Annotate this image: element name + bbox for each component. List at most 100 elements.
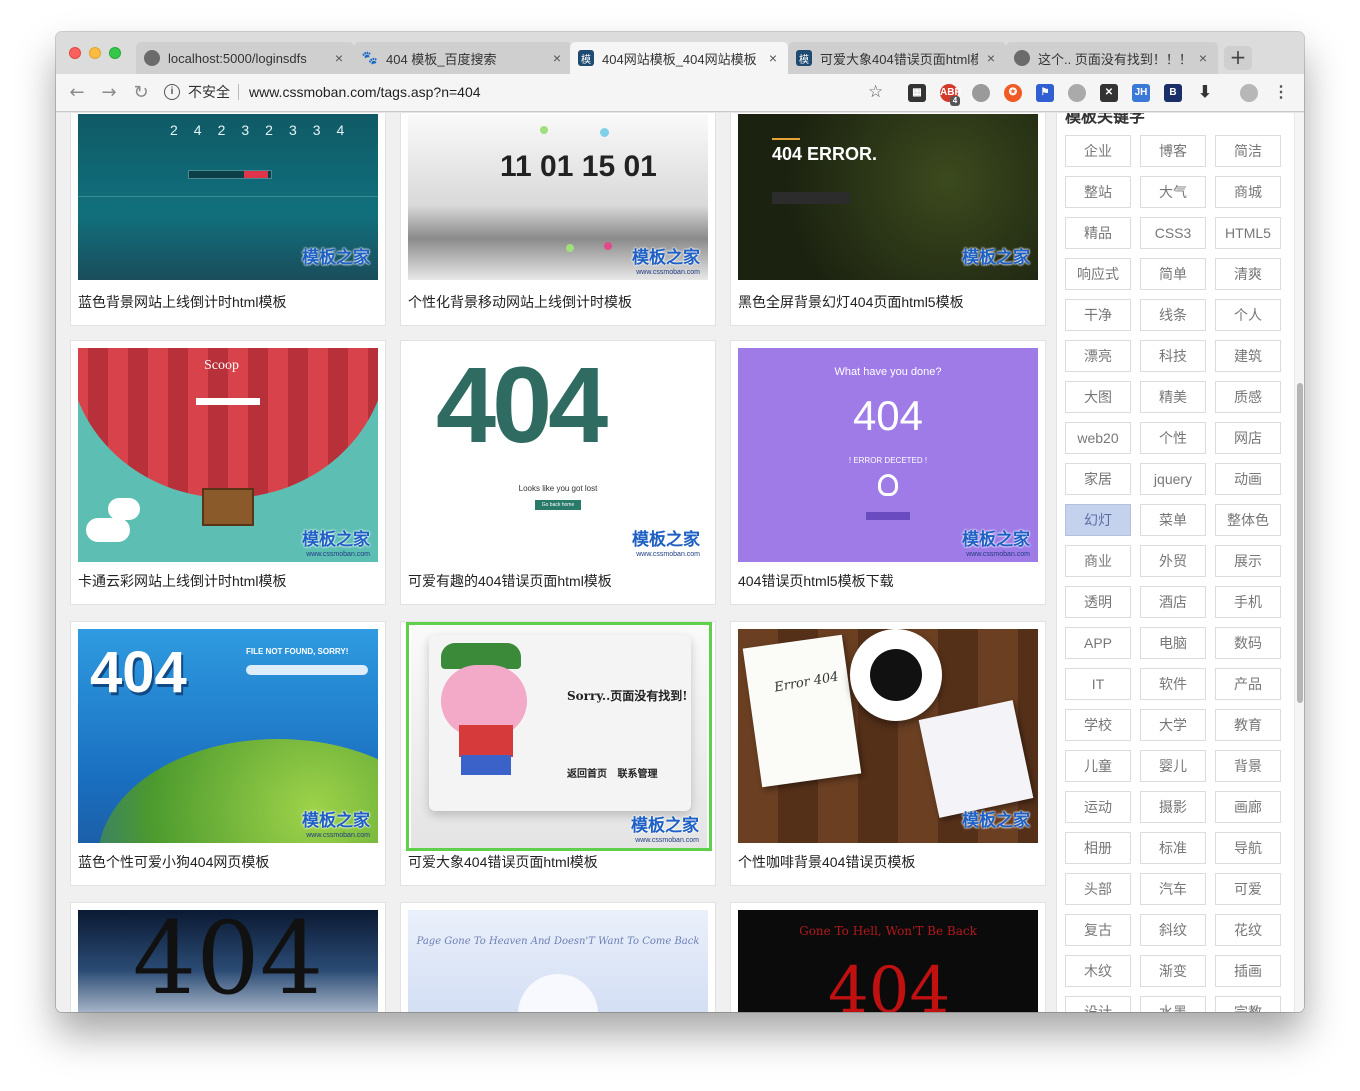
tab-elephant-404[interactable]: 模 可爱大象404错误页面html模 × [788,42,1006,74]
new-tab-button[interactable]: + [1224,46,1252,70]
maximize-window-button[interactable] [109,47,121,59]
tag-button[interactable]: 学校 [1065,709,1131,741]
tag-button[interactable]: 画廊 [1215,791,1281,823]
template-title[interactable]: 个性化背景移动网站上线倒计时模板 [408,292,708,312]
tag-button[interactable]: 漂亮 [1065,340,1131,372]
template-thumbnail[interactable]: Gone To Hell, Won'T Be Back 404 [738,910,1038,1012]
tag-button[interactable]: 展示 [1215,545,1281,577]
tag-button[interactable]: 商城 [1215,176,1281,208]
tag-button[interactable]: 整站 [1065,176,1131,208]
template-card[interactable]: Page Gone To Heaven And Doesn'T Want To … [400,902,716,1012]
template-card[interactable]: 404 FILE NOT FOUND, SORRY! 模板之家 www.cssm… [70,621,386,886]
template-thumbnail[interactable]: 404 ERROR. 模板之家 [738,114,1038,280]
close-tab-icon[interactable]: × [550,50,564,66]
shield-extension-icon[interactable] [1068,84,1086,102]
tag-button[interactable]: HTML5 [1215,217,1281,249]
tag-button[interactable]: 设计 [1065,996,1131,1012]
tag-button[interactable]: 线条 [1140,299,1206,331]
tag-button[interactable]: 产品 [1215,668,1281,700]
tag-button[interactable]: 商业 [1065,545,1131,577]
template-title[interactable]: 可爱大象404错误页面html模板 [408,852,708,872]
b-extension-icon[interactable]: B [1164,84,1182,102]
template-card[interactable]: Gone To Hell, Won'T Be Back 404 [730,902,1046,1012]
tag-button[interactable]: 数码 [1215,627,1281,659]
tag-button[interactable]: 企业 [1065,135,1131,167]
template-card[interactable]: 404 [70,902,386,1012]
tag-button[interactable]: web20 [1065,422,1131,454]
tag-button[interactable]: 大图 [1065,381,1131,413]
tag-button[interactable]: 科技 [1140,340,1206,372]
template-thumbnail[interactable]: 11 01 15 01 模板之家 www.cssmoban.com [408,114,708,280]
tag-button[interactable]: 质感 [1215,381,1281,413]
tag-button[interactable]: 手机 [1215,586,1281,618]
tag-button[interactable]: CSS3 [1140,217,1206,249]
tag-button[interactable]: 精美 [1140,381,1206,413]
tag-button[interactable]: 婴儿 [1140,750,1206,782]
template-title[interactable]: 404错误页html5模板下载 [738,571,1038,591]
tab-page-not-found[interactable]: 这个.. 页面没有找到！！！ × [1006,42,1218,74]
template-title[interactable]: 蓝色背景网站上线倒计时html模板 [78,292,378,312]
tag-button[interactable]: 头部 [1065,873,1131,905]
template-title[interactable]: 卡通云彩网站上线倒计时html模板 [78,571,378,591]
address-bar[interactable]: i 不安全 www.cssmoban.com/tags.asp?n=404 [164,78,894,106]
tag-button[interactable]: IT [1065,668,1131,700]
tag-button[interactable]: 斜纹 [1140,914,1206,946]
qr-code-icon[interactable]: ▦ [908,84,926,102]
template-title[interactable]: 黑色全屏背景幻灯404页面html5模板 [738,292,1038,312]
tag-button[interactable]: 酒店 [1140,586,1206,618]
template-card[interactable]: 11 01 15 01 模板之家 www.cssmoban.com 个性化背景移… [400,113,716,326]
tag-button[interactable]: 可爱 [1215,873,1281,905]
template-card[interactable]: What have you done? 404 ! ERROR DECETED … [730,340,1046,605]
jh-extension-icon[interactable]: JH [1132,84,1150,102]
tag-button[interactable]: 整体色 [1215,504,1281,536]
tab-localhost[interactable]: localhost:5000/loginsdfs × [136,42,354,74]
tag-button[interactable]: APP [1065,627,1131,659]
tag-button[interactable]: 复古 [1065,914,1131,946]
tag-button[interactable]: 软件 [1140,668,1206,700]
tag-button[interactable]: 家居 [1065,463,1131,495]
tag-button[interactable]: 摄影 [1140,791,1206,823]
tag-button[interactable]: 建筑 [1215,340,1281,372]
minimize-window-button[interactable] [89,47,101,59]
tag-button[interactable]: 花纹 [1215,914,1281,946]
tag-button[interactable]: 网店 [1215,422,1281,454]
tag-button[interactable]: 汽车 [1140,873,1206,905]
tag-button[interactable]: 精品 [1065,217,1131,249]
close-tab-icon[interactable]: × [766,50,780,66]
info-icon[interactable]: i [164,84,180,100]
scrollbar-thumb[interactable] [1297,383,1303,703]
tab-baidu-search[interactable]: 🐾 404 模板_百度搜索 × [354,42,572,74]
translate-icon[interactable]: ⚑ [1036,84,1054,102]
tag-button[interactable]: 导航 [1215,832,1281,864]
tag-button[interactable]: 幻灯 [1065,504,1131,536]
template-card[interactable]: 404 ERROR. 模板之家 黑色全屏背景幻灯404页面html5模板 [730,113,1046,326]
tag-button[interactable]: 运动 [1065,791,1131,823]
template-thumbnail[interactable]: Page Gone To Heaven And Doesn'T Want To … [408,910,708,1012]
tag-button[interactable]: 标准 [1140,832,1206,864]
template-card-selected[interactable]: Sorry..页面没有找到! 返回首页 联系管理 模板之家 www.cssmob… [400,621,716,886]
template-thumbnail[interactable]: 404 Looks like you got lost Go back home… [408,348,708,562]
tag-button[interactable]: 水墨 [1140,996,1206,1012]
template-title[interactable]: 个性咖啡背景404错误页模板 [738,852,1038,872]
template-card[interactable]: 404 Looks like you got lost Go back home… [400,340,716,605]
template-thumbnail[interactable]: Error 404 模板之家 [738,629,1038,843]
tag-button[interactable]: 相册 [1065,832,1131,864]
tag-button[interactable]: 木纹 [1065,955,1131,987]
close-tab-icon[interactable]: × [984,50,998,66]
tag-button[interactable]: 简洁 [1215,135,1281,167]
tab-404-templates[interactable]: 模 404网站模板_404网站模板 × [570,42,788,74]
tag-button[interactable]: 背景 [1215,750,1281,782]
template-thumbnail[interactable]: 404 FILE NOT FOUND, SORRY! 模板之家 www.cssm… [78,629,378,843]
tag-button[interactable]: 个性 [1140,422,1206,454]
tag-button[interactable]: 博客 [1140,135,1206,167]
tag-button[interactable]: 宗教 [1215,996,1281,1012]
template-title[interactable]: 可爱有趣的404错误页面html模板 [408,571,708,591]
template-card[interactable]: Scoop 模板之家 www.cssmoban.com 卡通云彩网站上线倒计时h… [70,340,386,605]
x-extension-icon[interactable]: ✕ [1100,84,1118,102]
template-card[interactable]: 24232334 模板之家 蓝色背景网站上线倒计时html模板 [70,113,386,326]
template-thumbnail[interactable]: Scoop 模板之家 www.cssmoban.com [78,348,378,562]
tag-button[interactable]: 大学 [1140,709,1206,741]
globe-extension-icon[interactable] [972,84,990,102]
forward-arrow-icon[interactable]: → [98,82,120,103]
close-tab-icon[interactable]: × [332,50,346,66]
